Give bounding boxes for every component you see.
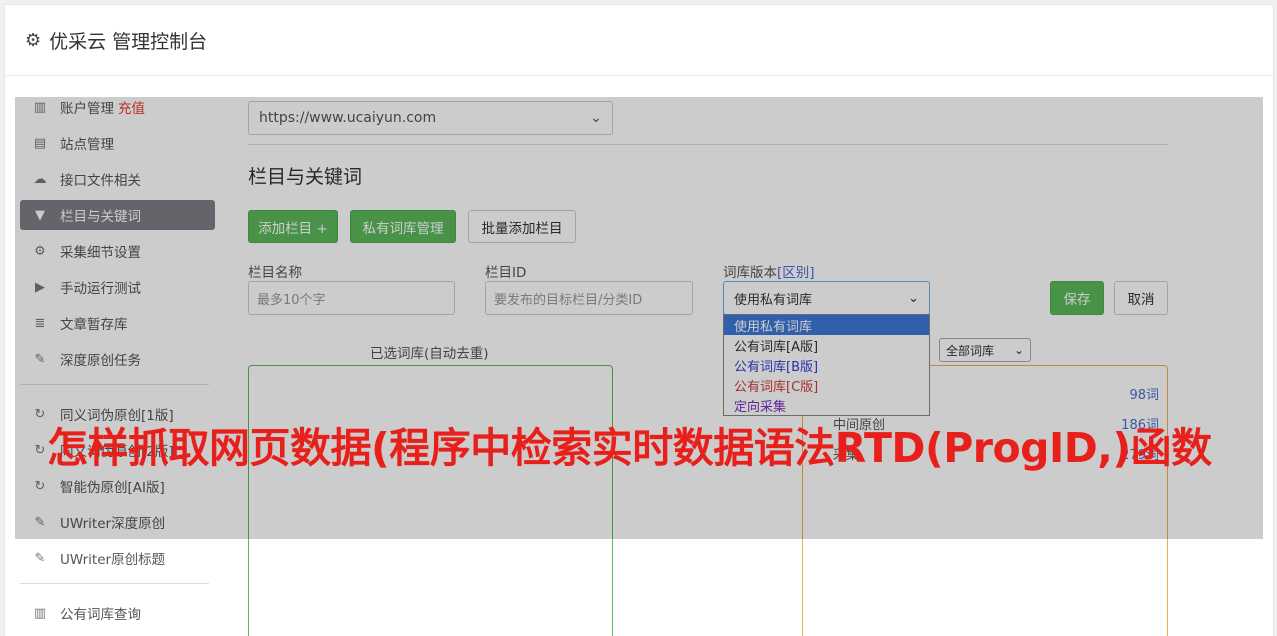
sidebar-item-public-lib-query[interactable]: ▥ 公有词库查询 <box>20 598 215 628</box>
sidebar-item-label: UWriter原创标题 <box>60 552 166 568</box>
sidebar-divider <box>20 583 209 584</box>
sidebar-item-label: 公有词库查询 <box>60 607 141 623</box>
edit-icon: ✎ <box>34 550 46 566</box>
console-title: 优采云 管理控制台 <box>49 30 208 53</box>
book-icon: ▥ <box>33 605 47 621</box>
console-header: ⚙ 优采云 管理控制台 <box>5 5 1273 76</box>
gear-icon: ⚙ <box>25 29 42 51</box>
article-title-banner: 怎样抓取网页数据(程序中检索实时数据语法RTD(ProgID,)函数 <box>47 424 1212 472</box>
sidebar-item-uwriter-title[interactable]: ✎ UWriter原创标题 <box>20 543 215 573</box>
